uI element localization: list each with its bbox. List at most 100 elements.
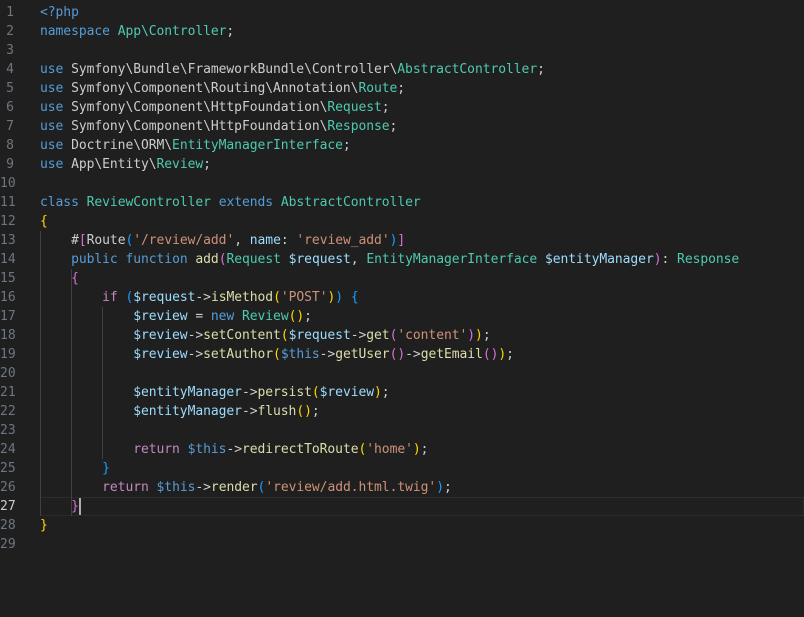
code-token: : [280,233,297,248]
code-token: $entityManager [133,404,242,419]
code-token: { [350,290,359,305]
code-token: ( [296,404,305,419]
code-token: ; [537,62,545,77]
code-token: # [40,233,79,248]
code-token: ( [280,328,289,343]
code-line[interactable]: 23 [0,421,804,440]
code-token: App\Controller [117,24,227,39]
code-token: ) [397,347,406,362]
code-token: Request [327,100,382,115]
line-number: 2 [6,24,14,39]
code-line[interactable]: 15 { [0,269,804,288]
code-token: extends [218,195,274,210]
code-token: EntityManagerInterface [172,138,343,153]
code-token: 'content' [397,328,468,343]
text-cursor [79,498,81,515]
code-token: ; [342,138,351,153]
code-token: -> [319,347,336,362]
code-line[interactable]: 3 [0,41,804,60]
code-line[interactable]: 20 [0,364,804,383]
code-line[interactable]: 14 public function add(Request $request,… [0,250,804,269]
code-token: -> [195,290,211,305]
line-number: 29 [0,537,16,552]
code-editor[interactable]: 1 <?php 2 namespace App\Controller; 3 4 use Sy… [0,0,804,617]
code-line[interactable]: 26 return $this->render('review/add.html… [0,478,804,497]
code-line[interactable]: 11 class ReviewController extends Abstrac… [0,193,804,212]
code-line[interactable]: 9 use App\Entity\Review; [0,155,804,174]
code-text: namespace App\Controller; [40,22,234,41]
code-token: ReviewController [86,195,211,210]
code-line[interactable]: 10 [0,174,804,193]
code-token: -> [195,480,211,495]
code-text: $entityManager->flush(); [40,402,320,421]
code-token: { [71,271,79,286]
code-line[interactable]: 29 [0,535,804,554]
code-line[interactable]: 12 { [0,212,804,231]
code-line[interactable]: 13 #[Route('/review/add', name: 'review_… [0,231,804,250]
code-token: $request [288,328,351,343]
code-token: $review [133,328,188,343]
code-line[interactable]: 27 } [0,497,804,516]
code-token: ] [397,233,406,248]
line-number: 9 [6,157,14,172]
code-line[interactable]: 1 <?php [0,3,804,22]
code-token: ) [498,347,507,362]
code-token: ) [412,442,421,457]
code-token: ; [381,100,390,115]
line-number: 15 [0,271,16,286]
line-number: 20 [0,366,16,381]
code-token: } [40,518,48,533]
code-token: ) [475,328,483,343]
code-line[interactable]: 16 if ($request->isMethod('POST')) { [0,288,804,307]
code-line[interactable]: 28} [0,516,804,535]
code-line[interactable]: 8 use Doctrine\ORM\EntityManagerInterface… [0,136,804,155]
code-line[interactable]: 5 use Symfony\Component\Routing\Annotatio… [0,79,804,98]
line-number: 22 [0,404,16,419]
code-token: Symfony\Bundle\FrameworkBundle\Controlle… [63,62,398,77]
code-token: use [40,100,64,115]
code-line[interactable]: 22 $entityManager->flush(); [0,402,804,421]
code-token: : [661,252,678,267]
code-line[interactable]: 18 $review->setContent($request->get('co… [0,326,804,345]
code-token: { [40,214,48,229]
code-line[interactable]: 24 return $this->redirectToRoute('home')… [0,440,804,459]
code-line[interactable]: 7 use Symfony\Component\HttpFoundation\Re… [0,117,804,136]
code-token: if [102,290,118,305]
code-line[interactable]: 4 use Symfony\Bundle\FrameworkBundle\Cont… [0,60,804,79]
code-line[interactable]: 19 $review->setAuthor($this->getUser()->… [0,345,804,364]
code-line[interactable]: 6 use Symfony\Component\HttpFoundation\Re… [0,98,804,117]
code-token: } [71,499,79,514]
line-number: 10 [0,176,16,191]
code-line[interactable]: 17 $review = new Review(); [0,307,804,326]
code-token: 'review_add' [296,233,390,248]
code-token: -> [241,404,258,419]
code-token: ; [304,309,312,324]
line-number: 14 [0,252,16,267]
code-token: Review [241,309,289,324]
line-number: 7 [6,119,14,134]
code-token: persist [257,385,312,400]
code-token: 'POST' [280,290,328,305]
code-line[interactable]: 21 $entityManager->persist($review); [0,383,804,402]
code-token: ) [374,385,382,400]
code-token: Response [327,119,390,134]
code-token: ( [273,347,281,362]
line-number: 25 [0,461,16,476]
code-text: public function add(Request $request, En… [40,250,739,269]
line-number: 5 [6,81,14,96]
code-token: ; [420,442,429,457]
code-text: use Symfony\Component\HttpFoundation\Res… [40,117,397,136]
code-line[interactable]: 2 namespace App\Controller; [0,22,804,41]
code-token: use [40,119,64,134]
code-token: App\Entity\ [63,157,157,172]
line-number: 21 [0,385,16,400]
code-line[interactable]: 25 } [0,459,804,478]
